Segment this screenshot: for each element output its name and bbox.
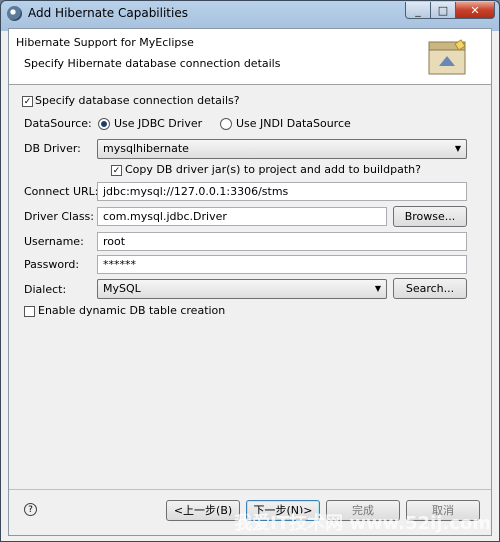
window-title: Add Hibernate Capabilities bbox=[28, 6, 188, 20]
wizard-header: Hibernate Support for MyEclipse Specify … bbox=[9, 29, 491, 85]
db-driver-value: mysqlhibernate bbox=[103, 142, 189, 155]
enable-dynamic-table-label: Enable dynamic DB table creation bbox=[38, 304, 226, 317]
browse-button[interactable]: Browse... bbox=[393, 206, 467, 227]
dialect-select[interactable]: MySQL ▼ bbox=[97, 279, 387, 299]
chevron-down-icon: ▼ bbox=[374, 284, 381, 293]
connect-url-label: Connect URL: bbox=[24, 185, 99, 198]
enable-dynamic-table-checkbox[interactable] bbox=[24, 306, 35, 317]
title-bar[interactable]: Add Hibernate Capabilities _ □ ✕ bbox=[1, 1, 499, 26]
jndi-datasource-radio[interactable] bbox=[220, 118, 232, 130]
datasource-label: DataSource: bbox=[24, 117, 92, 130]
dialog-window: Add Hibernate Capabilities _ □ ✕ Hiberna… bbox=[0, 0, 500, 542]
wizard-title: Hibernate Support for MyEclipse bbox=[16, 36, 194, 49]
dialog-body: Hibernate Support for MyEclipse Specify … bbox=[8, 28, 492, 536]
password-input[interactable]: ****** bbox=[97, 255, 467, 274]
driver-class-input[interactable]: com.mysql.jdbc.Driver bbox=[97, 207, 387, 226]
minimize-button[interactable]: _ bbox=[405, 2, 431, 19]
db-driver-select[interactable]: mysqlhibernate ▼ bbox=[97, 139, 467, 159]
db-driver-label: DB Driver: bbox=[24, 142, 81, 155]
watermark: 我爱IT技术网 www.52ij.com bbox=[234, 513, 491, 534]
specify-details-label: Specify database connection details? bbox=[35, 94, 240, 107]
search-button[interactable]: Search... bbox=[393, 278, 467, 299]
connect-url-input[interactable]: jdbc:mysql://127.0.0.1:3306/stms bbox=[97, 182, 467, 201]
wizard-description: Specify Hibernate database connection de… bbox=[24, 57, 281, 70]
username-label: Username: bbox=[24, 235, 84, 248]
dialect-label: Dialect: bbox=[24, 283, 67, 296]
close-button[interactable]: ✕ bbox=[455, 2, 495, 19]
password-label: Password: bbox=[24, 258, 80, 271]
copy-jar-checkbox[interactable]: ✓ bbox=[111, 165, 122, 176]
jdbc-driver-label: Use JDBC Driver bbox=[114, 117, 203, 130]
driver-class-label: Driver Class: bbox=[24, 210, 94, 223]
back-button[interactable]: <上一步(B) bbox=[166, 500, 240, 521]
maximize-button[interactable]: □ bbox=[430, 2, 456, 19]
copy-jar-label: Copy DB driver jar(s) to project and add… bbox=[125, 163, 421, 176]
footer-separator bbox=[9, 489, 491, 490]
specify-details-checkbox[interactable]: ✓ bbox=[22, 96, 33, 107]
jndi-datasource-label: Use JNDI DataSource bbox=[236, 117, 351, 130]
dialect-value: MySQL bbox=[103, 282, 141, 295]
hibernate-banner-icon bbox=[428, 39, 466, 75]
chevron-down-icon: ▼ bbox=[454, 144, 461, 153]
help-icon[interactable]: ? bbox=[24, 503, 37, 516]
username-input[interactable]: root bbox=[97, 232, 467, 251]
app-icon bbox=[7, 6, 22, 21]
jdbc-driver-radio[interactable] bbox=[98, 118, 110, 130]
